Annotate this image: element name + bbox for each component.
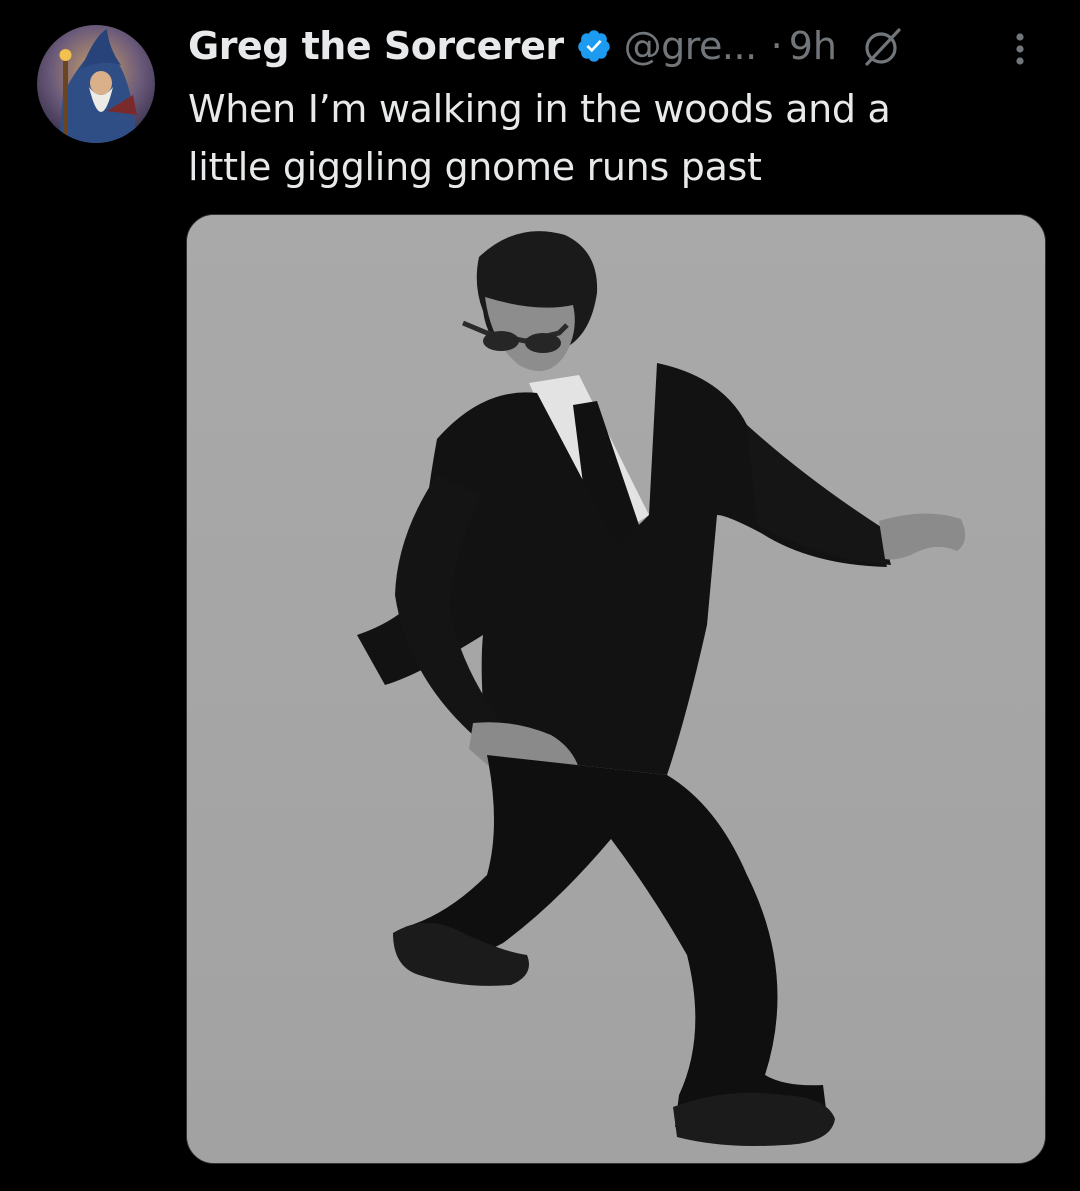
tweet-text: When I’m walking in the woods and a litt… xyxy=(188,80,1048,196)
tweet-media-image[interactable] xyxy=(186,214,1046,1164)
tweet-text-line-1: When I’m walking in the woods and a xyxy=(188,87,891,131)
dancing-man-photo xyxy=(187,215,1045,1163)
grok-icon[interactable] xyxy=(861,24,905,68)
tweet-timestamp[interactable]: 9h xyxy=(789,24,837,68)
verified-badge-icon[interactable] xyxy=(576,28,612,64)
tweet-text-line-2: little giggling gnome runs past xyxy=(188,145,762,189)
more-options-icon[interactable] xyxy=(1002,26,1038,72)
tweet[interactable]: Greg the Sorcerer @gre... · 9h When I’m … xyxy=(0,0,1080,1191)
separator-dot: · xyxy=(770,24,783,68)
wizard-avatar-image xyxy=(37,25,155,143)
author-avatar[interactable] xyxy=(37,25,155,143)
author-display-name[interactable]: Greg the Sorcerer xyxy=(188,24,564,68)
tweet-header: Greg the Sorcerer @gre... · 9h xyxy=(188,18,1048,74)
author-handle[interactable]: @gre... xyxy=(624,24,758,68)
